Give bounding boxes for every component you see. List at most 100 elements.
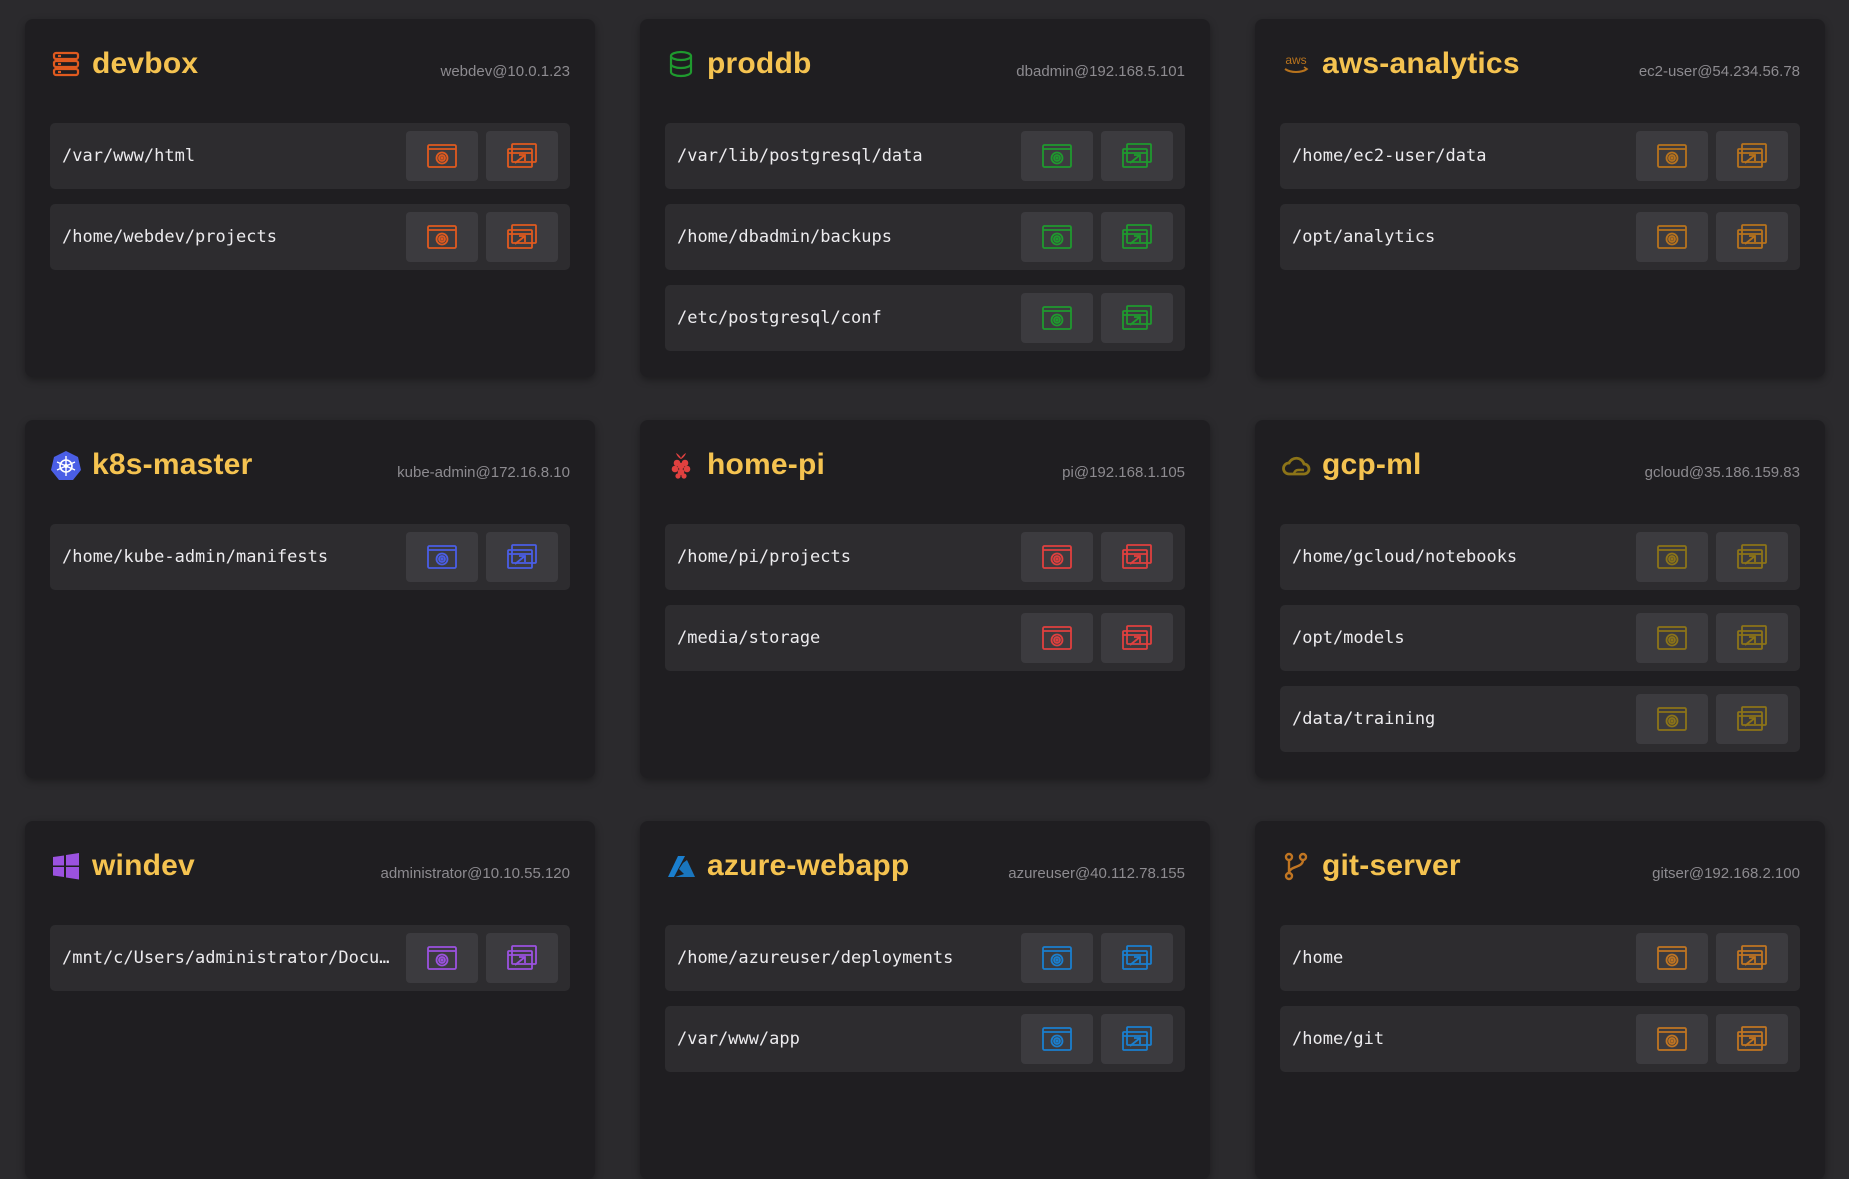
- open-external-window-icon: [1736, 944, 1768, 972]
- windows-logo-icon: [50, 850, 82, 882]
- open-terminal-button[interactable]: [1021, 933, 1093, 983]
- open-external-button[interactable]: [486, 532, 558, 582]
- host-connection: pi@192.168.1.105: [1062, 464, 1185, 481]
- host-card-home-pi: home-pi pi@192.168.1.105/home/pi/projects…: [640, 420, 1210, 778]
- open-external-window-icon: [1736, 543, 1768, 571]
- terminal-window-icon: [1041, 543, 1073, 571]
- terminal-window-icon: [1041, 304, 1073, 332]
- path-row: /home/webdev/projects: [50, 204, 570, 270]
- host-card-k8s-master: k8s-master kube-admin@172.16.8.10/home/ku…: [25, 420, 595, 778]
- open-terminal-button[interactable]: [1636, 212, 1708, 262]
- terminal-window-icon: [1656, 142, 1688, 170]
- azure-logo-icon: [665, 850, 697, 882]
- open-external-window-icon: [1736, 223, 1768, 251]
- terminal-window-icon: [426, 543, 458, 571]
- path-row: /opt/models: [1280, 605, 1800, 671]
- path-row: /opt/analytics: [1280, 204, 1800, 270]
- path-row: /home/azureuser/deployments: [665, 925, 1185, 991]
- open-terminal-button[interactable]: [406, 212, 478, 262]
- host-name: git-server: [1322, 849, 1461, 882]
- open-external-button[interactable]: [1101, 131, 1173, 181]
- path-row: /data/training: [1280, 686, 1800, 752]
- open-external-button[interactable]: [1101, 293, 1173, 343]
- open-external-button[interactable]: [1716, 694, 1788, 744]
- open-terminal-button[interactable]: [406, 532, 478, 582]
- open-terminal-button[interactable]: [1636, 933, 1708, 983]
- open-external-button[interactable]: [1101, 532, 1173, 582]
- host-name: home-pi: [707, 448, 826, 481]
- path-list: /home/azureuser/deployments/var/www/app: [665, 925, 1185, 1072]
- open-external-button[interactable]: [1101, 1014, 1173, 1064]
- open-terminal-button[interactable]: [1021, 212, 1093, 262]
- open-terminal-button[interactable]: [1021, 532, 1093, 582]
- host-connection: dbadmin@192.168.5.101: [1016, 63, 1185, 80]
- path-text: /mnt/c/Users/administrator/Docume…: [62, 948, 390, 968]
- open-external-window-icon: [1121, 223, 1153, 251]
- path-text: /home/dbadmin/backups: [677, 227, 892, 247]
- open-terminal-button[interactable]: [406, 933, 478, 983]
- open-terminal-button[interactable]: [1021, 293, 1093, 343]
- path-list: /home/kube-admin/manifests: [50, 524, 570, 590]
- host-card-azure-webapp: azure-webapp azureuser@40.112.78.155/home…: [640, 821, 1210, 1179]
- open-external-button[interactable]: [1101, 212, 1173, 262]
- terminal-window-icon: [1656, 223, 1688, 251]
- open-terminal-button[interactable]: [1021, 131, 1093, 181]
- open-external-button[interactable]: [1101, 613, 1173, 663]
- path-text: /etc/postgresql/conf: [677, 308, 882, 328]
- path-text: /media/storage: [677, 628, 821, 648]
- path-text: /home/ec2-user/data: [1292, 146, 1487, 166]
- host-name: windev: [92, 849, 195, 882]
- host-connection: gitser@192.168.2.100: [1652, 865, 1800, 882]
- path-text: /home/azureuser/deployments: [677, 948, 954, 968]
- open-terminal-button[interactable]: [406, 131, 478, 181]
- host-card-devbox: devbox webdev@10.0.1.23/var/www/html/home…: [25, 19, 595, 377]
- open-external-button[interactable]: [1101, 933, 1173, 983]
- path-text: /opt/models: [1292, 628, 1405, 648]
- open-terminal-button[interactable]: [1636, 1014, 1708, 1064]
- terminal-window-icon: [1041, 624, 1073, 652]
- aws-logo-icon: aws: [1280, 48, 1312, 80]
- host-connection: ec2-user@54.234.56.78: [1638, 63, 1800, 80]
- path-text: /home: [1292, 948, 1344, 968]
- path-list: /home/gcloud/notebooks/opt/models/data/t…: [1280, 524, 1800, 752]
- open-terminal-button[interactable]: [1636, 532, 1708, 582]
- host-card-header: k8s-master kube-admin@172.16.8.10: [50, 420, 570, 524]
- open-external-button[interactable]: [486, 933, 558, 983]
- open-external-button[interactable]: [1716, 933, 1788, 983]
- host-name: azure-webapp: [707, 849, 910, 882]
- open-external-button[interactable]: [486, 131, 558, 181]
- path-text: /data/training: [1292, 709, 1436, 729]
- terminal-window-icon: [1656, 1025, 1688, 1053]
- open-external-button[interactable]: [1716, 532, 1788, 582]
- path-row: /home/gcloud/notebooks: [1280, 524, 1800, 590]
- open-external-window-icon: [1121, 624, 1153, 652]
- terminal-window-icon: [1656, 543, 1688, 571]
- open-external-window-icon: [506, 223, 538, 251]
- open-terminal-button[interactable]: [1636, 613, 1708, 663]
- host-grid: devbox webdev@10.0.1.23/var/www/html/home…: [25, 19, 1825, 1179]
- open-external-window-icon: [1121, 142, 1153, 170]
- open-terminal-button[interactable]: [1636, 694, 1708, 744]
- kubernetes-helm-icon: [50, 449, 82, 481]
- terminal-window-icon: [1656, 944, 1688, 972]
- open-external-window-icon: [506, 142, 538, 170]
- open-external-button[interactable]: [486, 212, 558, 262]
- path-row: /var/www/app: [665, 1006, 1185, 1072]
- raspberry-pi-icon: [665, 449, 697, 481]
- path-row: /mnt/c/Users/administrator/Docume…: [50, 925, 570, 991]
- open-external-button[interactable]: [1716, 131, 1788, 181]
- host-card-gcp-ml: gcp-ml gcloud@35.186.159.83/home/gcloud/n…: [1255, 420, 1825, 778]
- terminal-window-icon: [1041, 1025, 1073, 1053]
- path-text: /home/webdev/projects: [62, 227, 277, 247]
- open-terminal-button[interactable]: [1021, 613, 1093, 663]
- open-external-button[interactable]: [1716, 613, 1788, 663]
- open-external-button[interactable]: [1716, 1014, 1788, 1064]
- path-row: /home/dbadmin/backups: [665, 204, 1185, 270]
- open-external-button[interactable]: [1716, 212, 1788, 262]
- host-name: aws-analytics: [1322, 47, 1520, 80]
- open-terminal-button[interactable]: [1636, 131, 1708, 181]
- open-external-window-icon: [1121, 304, 1153, 332]
- open-terminal-button[interactable]: [1021, 1014, 1093, 1064]
- host-connection: kube-admin@172.16.8.10: [397, 464, 570, 481]
- path-list: /mnt/c/Users/administrator/Docume…: [50, 925, 570, 991]
